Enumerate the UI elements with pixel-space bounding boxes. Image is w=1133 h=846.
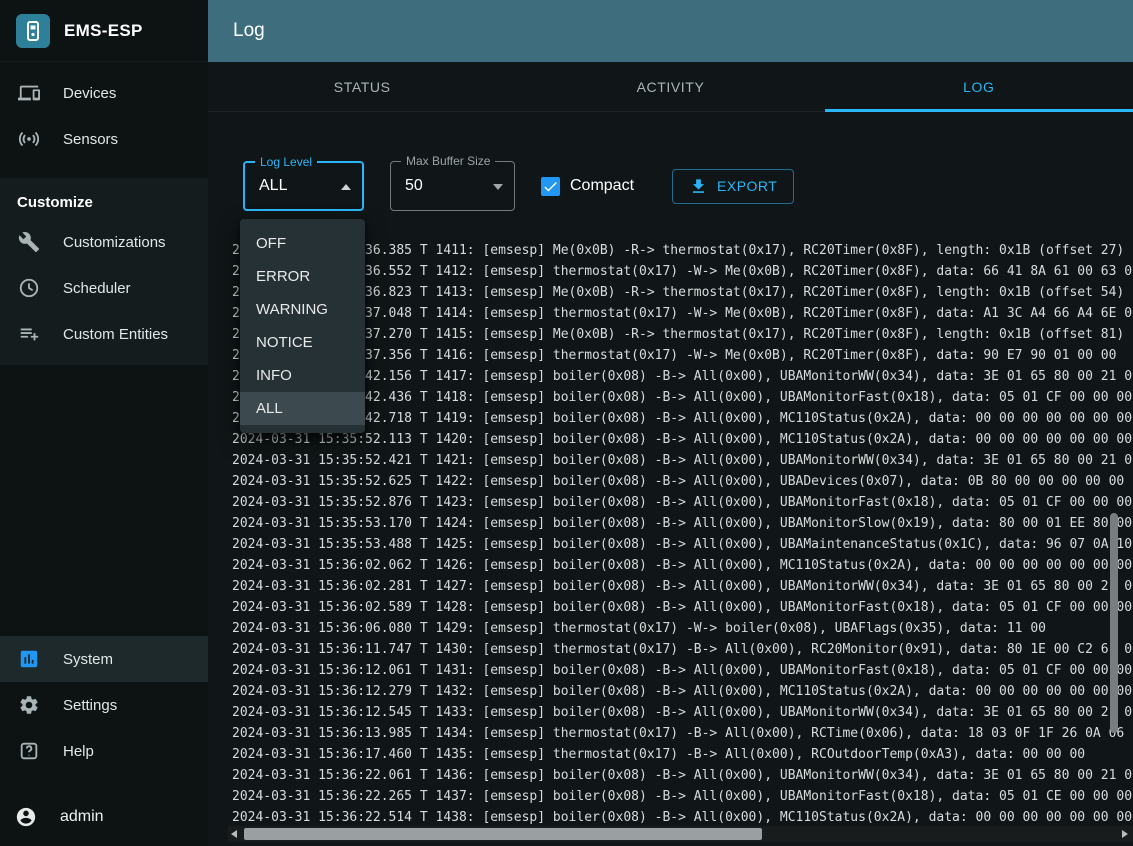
page-title: Log xyxy=(233,20,265,42)
max-buffer-select[interactable]: Max Buffer Size 50 xyxy=(390,161,515,211)
scroll-right-arrow-icon[interactable] xyxy=(1122,830,1128,838)
compact-label: Compact xyxy=(570,177,634,195)
sidebar-item-label: Help xyxy=(63,743,94,760)
customize-section: Customize Customizations Scheduler Custo… xyxy=(0,178,208,365)
compact-control: Compact xyxy=(541,177,634,196)
sidebar-item-scheduler[interactable]: Scheduler xyxy=(0,265,208,311)
log-line: 2024-03-31 15:35:36.823 T 1413: [emsesp]… xyxy=(232,282,1133,303)
log-line: 2024-03-31 15:35:52.421 T 1421: [emsesp]… xyxy=(232,450,1133,471)
menu-item-info[interactable]: INFO xyxy=(240,359,365,392)
sidebar-item-label: Custom Entities xyxy=(63,326,168,343)
log-line: 2024-03-31 15:36:22.061 T 1436: [emsesp]… xyxy=(232,765,1133,786)
sidebar-item-label: Customizations xyxy=(63,234,166,251)
ems-esp-logo xyxy=(16,14,50,48)
sidebar-item-devices[interactable]: Devices xyxy=(0,70,208,116)
topbar: Log xyxy=(208,0,1133,62)
menu-item-error[interactable]: ERROR xyxy=(240,260,365,293)
sidebar-item-settings[interactable]: Settings xyxy=(0,682,208,728)
user-account[interactable]: admin xyxy=(0,788,208,846)
horizontal-scrollbar-thumb[interactable] xyxy=(244,828,762,840)
log-level-select[interactable]: Log Level ALL xyxy=(243,161,364,211)
sidebar-spacer xyxy=(0,365,208,636)
log-line: 2024-03-31 15:35:42.156 T 1417: [emsesp]… xyxy=(232,366,1133,387)
log-line: 2024-03-31 15:36:02.062 T 1426: [emsesp]… xyxy=(232,555,1133,576)
sidebar: EMS-ESP Devices Sensors Customize xyxy=(0,0,208,846)
sidebar-item-sensors[interactable]: Sensors xyxy=(0,116,208,162)
export-label: EXPORT xyxy=(717,178,777,194)
playlist-add-icon xyxy=(17,322,41,346)
sidebar-item-label: System xyxy=(63,651,113,668)
bar-chart-icon xyxy=(17,647,41,671)
max-buffer-label: Max Buffer Size xyxy=(401,154,495,168)
menu-item-off[interactable]: OFF xyxy=(240,227,365,260)
sidebar-item-help[interactable]: Help xyxy=(0,728,208,774)
log-line: 2024-03-31 15:36:12.061 T 1431: [emsesp]… xyxy=(232,660,1133,681)
sidebar-nav-top: Devices Sensors xyxy=(0,62,208,162)
log-line: 2024-03-31 15:35:52.113 T 1420: [emsesp]… xyxy=(232,429,1133,450)
log-line: 2024-03-31 15:36:02.281 T 1427: [emsesp]… xyxy=(232,576,1133,597)
help-icon xyxy=(17,739,41,763)
log-line: 2024-03-31 15:36:13.985 T 1434: [emsesp]… xyxy=(232,723,1133,744)
tab-activity[interactable]: ACTIVITY xyxy=(516,62,824,111)
scroll-left-arrow-icon[interactable] xyxy=(231,830,237,838)
sidebar-item-label: Sensors xyxy=(63,131,118,148)
log-line: 2024-03-31 15:35:53.170 T 1424: [emsesp]… xyxy=(232,513,1133,534)
log-line: 2024-03-31 15:35:52.625 T 1422: [emsesp]… xyxy=(232,471,1133,492)
sidebar-item-label: Scheduler xyxy=(63,280,131,297)
log-line: 2024-03-31 15:35:52.876 T 1423: [emsesp]… xyxy=(232,492,1133,513)
sidebar-header: EMS-ESP xyxy=(0,0,208,62)
log-line: 2024-03-31 15:35:36.552 T 1412: [emsesp]… xyxy=(232,261,1133,282)
log-line: 2024-03-31 15:36:22.514 T 1438: [emsesp]… xyxy=(232,807,1133,828)
log-line: 2024-03-31 15:35:53.488 T 1425: [emsesp]… xyxy=(232,534,1133,555)
user-name: admin xyxy=(60,808,104,826)
vertical-scrollbar-thumb[interactable] xyxy=(1110,513,1118,733)
gear-icon xyxy=(17,693,41,717)
log-line: 2024-03-31 15:36:06.080 T 1429: [emsesp]… xyxy=(232,618,1133,639)
log-line: 2024-03-31 15:36:12.545 T 1433: [emsesp]… xyxy=(232,702,1133,723)
log-line: 2024-03-31 15:36:02.589 T 1428: [emsesp]… xyxy=(232,597,1133,618)
customize-section-header: Customize xyxy=(0,182,208,219)
app-root: EMS-ESP Devices Sensors Customize xyxy=(0,0,1133,846)
caret-down-icon xyxy=(493,184,503,190)
sidebar-item-label: Devices xyxy=(63,85,116,102)
download-icon xyxy=(689,177,708,196)
sidebar-item-label: Settings xyxy=(63,697,117,714)
log-line: 2024-03-31 15:35:42.718 T 1419: [emsesp]… xyxy=(232,408,1133,429)
log-line: 2024-03-31 15:36:12.279 T 1432: [emsesp]… xyxy=(232,681,1133,702)
sidebar-nav-bottom: System Settings Help xyxy=(0,636,208,774)
max-buffer-value: 50 xyxy=(405,177,423,195)
check-icon xyxy=(542,178,559,195)
sidebar-item-custom-entities[interactable]: Custom Entities xyxy=(0,311,208,357)
sidebar-item-customizations[interactable]: Customizations xyxy=(0,219,208,265)
log-line: 2024-03-31 15:35:37.048 T 1414: [emsesp]… xyxy=(232,303,1133,324)
app-title: EMS-ESP xyxy=(64,21,143,41)
boiler-icon xyxy=(21,19,45,43)
log-line: 2024-03-31 15:36:22.265 T 1437: [emsesp]… xyxy=(232,786,1133,807)
log-line: 2024-03-31 15:35:37.270 T 1415: [emsesp]… xyxy=(232,324,1133,345)
log-level-value: ALL xyxy=(259,177,287,195)
menu-item-all[interactable]: ALL xyxy=(240,392,365,425)
wrench-icon xyxy=(17,230,41,254)
log-level-menu: OFF ERROR WARNING NOTICE INFO ALL xyxy=(240,219,365,433)
sensors-icon xyxy=(17,127,41,151)
log-line: 2024-03-31 15:36:11.747 T 1430: [emsesp]… xyxy=(232,639,1133,660)
tab-status[interactable]: STATUS xyxy=(208,62,516,111)
caret-up-icon xyxy=(341,184,351,190)
account-circle-icon xyxy=(14,805,38,829)
devices-icon xyxy=(17,81,41,105)
export-button[interactable]: EXPORT xyxy=(672,169,794,204)
log-line: 2024-03-31 15:35:36.385 T 1411: [emsesp]… xyxy=(232,240,1133,261)
log-line: 2024-03-31 15:36:17.460 T 1435: [emsesp]… xyxy=(232,744,1133,765)
clock-icon xyxy=(17,276,41,300)
sidebar-item-system[interactable]: System xyxy=(0,636,208,682)
horizontal-scrollbar[interactable] xyxy=(228,826,1133,842)
tab-log[interactable]: LOG xyxy=(825,62,1133,111)
log-line: 2024-03-31 15:35:42.436 T 1418: [emsesp]… xyxy=(232,387,1133,408)
compact-checkbox[interactable] xyxy=(541,177,560,196)
tab-bar: STATUS ACTIVITY LOG xyxy=(208,62,1133,112)
log-line: 2024-03-31 15:35:37.356 T 1416: [emsesp]… xyxy=(232,345,1133,366)
menu-item-notice[interactable]: NOTICE xyxy=(240,326,365,359)
menu-item-warning[interactable]: WARNING xyxy=(240,293,365,326)
log-level-label: Log Level xyxy=(255,155,317,169)
